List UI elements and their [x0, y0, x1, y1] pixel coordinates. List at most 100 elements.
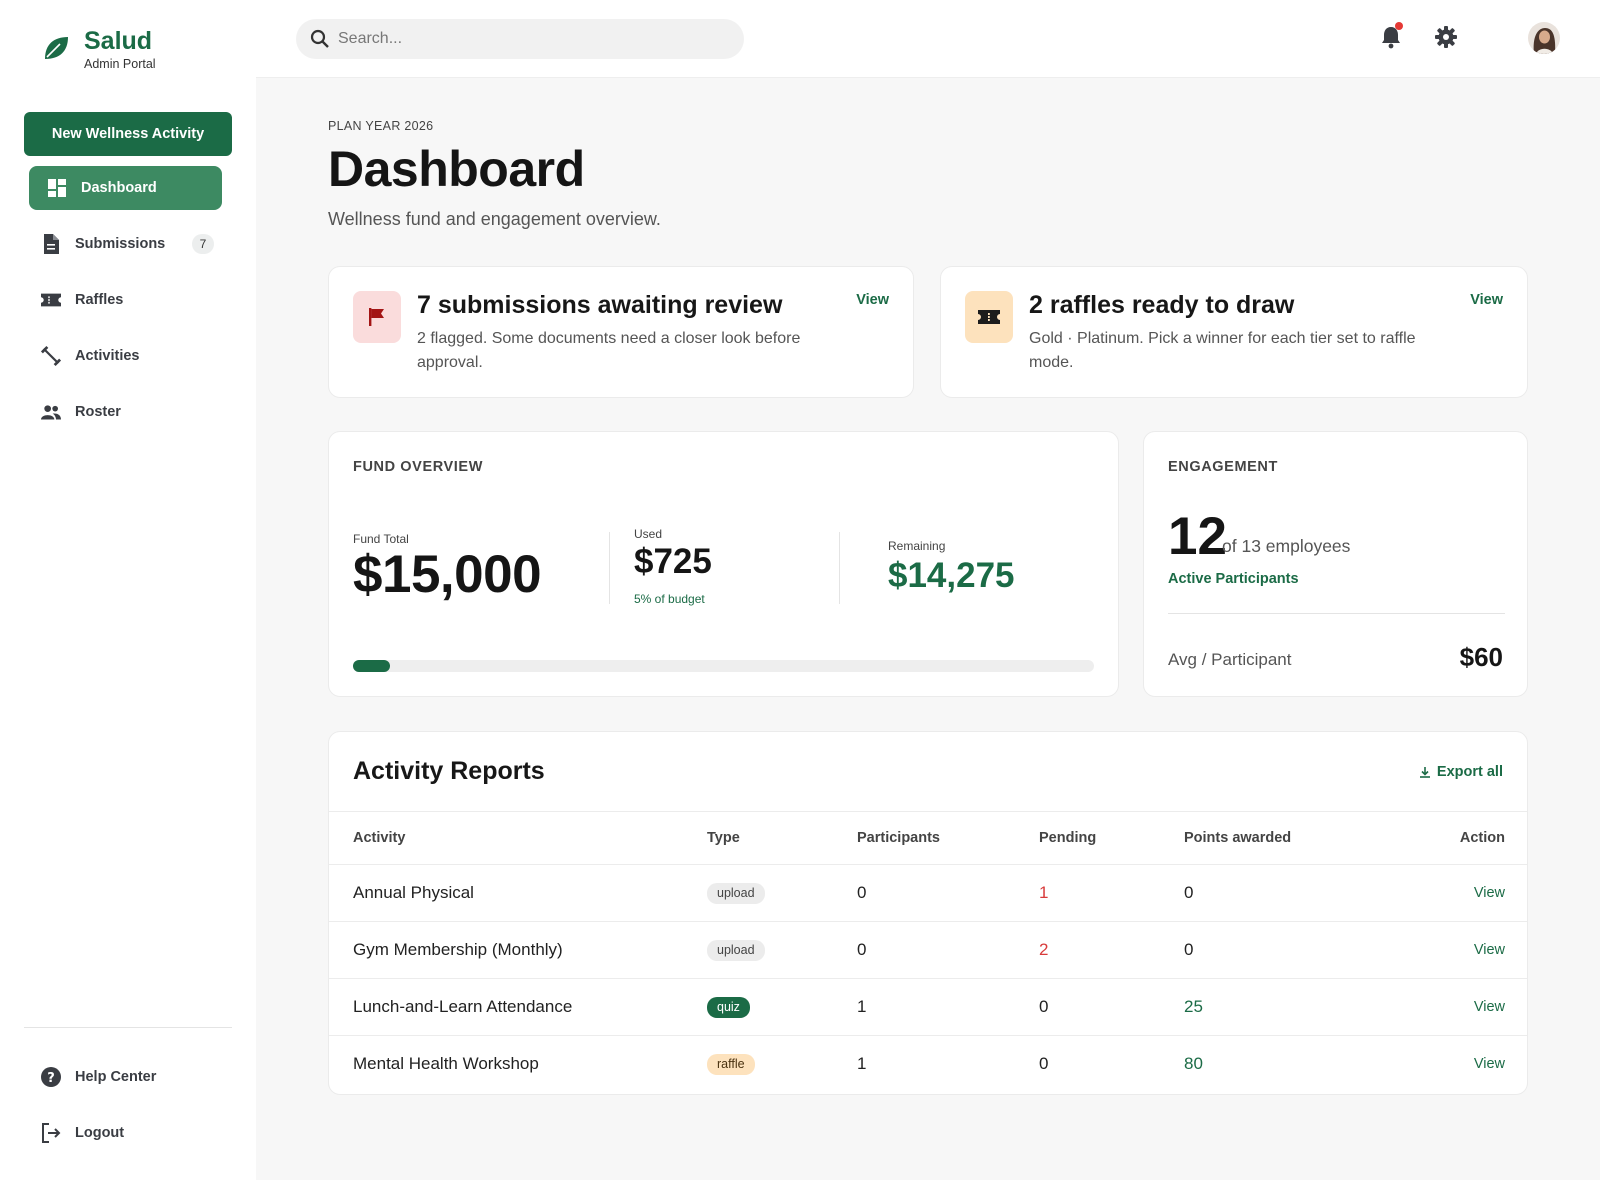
- ticket-icon: [978, 310, 1000, 324]
- sidebar-nav: Dashboard Submissions 7 Raffles Activiti…: [0, 166, 256, 446]
- alert-body: Gold · Platinum. Pick a winner for each …: [1029, 330, 1416, 371]
- active-participants-label: Active Participants: [1168, 571, 1299, 587]
- column-header-points-awarded: Points awarded: [1184, 830, 1292, 846]
- fund-used-percent: 5% of budget: [634, 592, 705, 606]
- avg-participant-value: $60: [1459, 642, 1503, 672]
- alert-title: 7 submissions awaiting review: [417, 291, 783, 319]
- search-icon: [310, 29, 329, 48]
- view-activity-link[interactable]: View: [1429, 979, 1527, 1036]
- points-awarded: 0: [1184, 883, 1194, 902]
- sidebar-item-label: Roster: [75, 404, 121, 420]
- sidebar-item-activities[interactable]: Activities: [29, 334, 222, 378]
- table-row: Lunch-and-Learn Attendance quiz 1 0 25 V…: [329, 978, 1527, 1036]
- brand[interactable]: Salud Admin Portal: [42, 26, 156, 72]
- view-activity-link[interactable]: View: [1429, 865, 1527, 922]
- view-activity-link[interactable]: View: [1429, 922, 1527, 979]
- search-bar[interactable]: [296, 19, 744, 59]
- participants-count: 0: [857, 883, 867, 902]
- pending-count: 0: [1039, 997, 1049, 1016]
- dumbbell-icon: [41, 345, 61, 367]
- column-header-activity: Activity: [353, 830, 406, 846]
- fund-used-label: Used: [634, 527, 663, 541]
- sidebar-item-roster[interactable]: Roster: [29, 390, 222, 434]
- fund-used-value: $725: [634, 542, 712, 581]
- search-input[interactable]: [338, 30, 718, 48]
- sidebar-bottom: ? Help Center Logout: [29, 1055, 229, 1167]
- submissions-count-badge: 7: [192, 234, 214, 254]
- engagement-card: ENGAGEMENT 12 of 13 employees Active Par…: [1143, 431, 1528, 697]
- leaf-logo-icon: [45, 37, 68, 59]
- sidebar-item-logout[interactable]: Logout: [29, 1111, 229, 1155]
- settings-button[interactable]: [1433, 24, 1459, 50]
- sidebar-item-label: Activities: [75, 348, 140, 364]
- ticket-icon: [41, 290, 61, 310]
- participants-count: 1: [857, 997, 867, 1016]
- document-icon: [41, 234, 61, 254]
- fund-progress-bar: [353, 660, 1094, 672]
- pending-count: 2: [1039, 940, 1049, 959]
- alert-title: 2 raffles ready to draw: [1029, 291, 1295, 319]
- activity-reports-card: Activity Reports Export all Activity Typ…: [328, 731, 1528, 1095]
- export-all-button[interactable]: Export all: [1419, 764, 1503, 780]
- fund-remaining-value: $14,275: [888, 556, 1015, 595]
- activity-reports-table: Activity Type Participants Pending Point…: [329, 811, 1527, 1093]
- participants-count: 1: [857, 1054, 867, 1074]
- sidebar-item-help-center[interactable]: ? Help Center: [29, 1055, 229, 1099]
- sidebar-item-raffles[interactable]: Raffles: [29, 278, 222, 322]
- view-submissions-link[interactable]: View: [856, 292, 889, 308]
- sidebar-item-label: Submissions: [75, 236, 166, 252]
- sidebar-item-label: Raffles: [75, 292, 124, 308]
- type-badge: upload: [707, 883, 765, 904]
- fund-total-value: $15,000: [353, 545, 542, 604]
- gear-icon: [1435, 26, 1457, 48]
- dashboard-icon: [47, 178, 67, 198]
- fund-overview-card: FUND OVERVIEW Fund Total $15,000 Used $7…: [328, 431, 1119, 697]
- activity-name: Annual Physical: [353, 883, 474, 902]
- employees-total: of 13 employees: [1222, 536, 1351, 556]
- brand-subtitle: Admin Portal: [84, 57, 156, 71]
- brand-name: Salud: [84, 27, 153, 55]
- activity-name: Lunch-and-Learn Attendance: [353, 997, 573, 1016]
- alert-icon-box: [965, 291, 1013, 343]
- raffles-alert-card: 2 raffles ready to draw Gold · Platinum.…: [940, 266, 1528, 398]
- new-wellness-activity-button[interactable]: New Wellness Activity: [24, 112, 232, 156]
- flag-icon: [369, 308, 384, 326]
- column-header-pending: Pending: [1039, 830, 1097, 846]
- active-participants-count: 12: [1168, 507, 1227, 566]
- fund-remaining-label: Remaining: [888, 539, 946, 553]
- view-raffles-link[interactable]: View: [1470, 292, 1503, 308]
- sidebar-item-dashboard[interactable]: Dashboard: [29, 166, 222, 210]
- user-avatar[interactable]: [1528, 22, 1560, 54]
- activity-name: Gym Membership (Monthly): [353, 940, 563, 959]
- type-badge: upload: [707, 940, 765, 961]
- page-subtitle: Wellness fund and engagement overview.: [328, 209, 661, 229]
- download-icon: [1419, 767, 1430, 778]
- engagement-divider: [1168, 613, 1505, 614]
- export-all-label: Export all: [1436, 764, 1503, 780]
- topbar: [256, 0, 1600, 78]
- type-badge: quiz: [707, 997, 750, 1018]
- fund-progress-fill: [353, 660, 391, 672]
- view-activity-link[interactable]: View: [1429, 1036, 1527, 1093]
- points-awarded: 25: [1184, 997, 1203, 1016]
- table-row: Mental Health Workshop raffle 1 0 80 Vie…: [329, 1035, 1527, 1093]
- svg-text:?: ?: [47, 1071, 55, 1086]
- fund-divider: [609, 532, 610, 604]
- pending-count: 0: [1039, 1054, 1049, 1074]
- activity-reports-title: Activity Reports: [353, 757, 545, 785]
- column-header-type: Type: [707, 830, 740, 846]
- sidebar: Salud Admin Portal New Wellness Activity…: [0, 0, 256, 1180]
- alert-icon-box: [353, 291, 401, 343]
- logout-icon: [41, 1123, 61, 1143]
- points-awarded: 0: [1184, 940, 1194, 959]
- table-row: Gym Membership (Monthly) upload 0 2 0 Vi…: [329, 921, 1527, 979]
- help-icon: ?: [41, 1067, 61, 1087]
- participants-count: 0: [857, 940, 867, 959]
- sidebar-item-submissions[interactable]: Submissions 7: [29, 222, 222, 266]
- sidebar-item-label: Logout: [75, 1125, 125, 1141]
- notifications-button[interactable]: [1378, 22, 1404, 50]
- table-row: Annual Physical upload 0 1 0 View: [329, 864, 1527, 922]
- sidebar-item-label: Dashboard: [81, 180, 157, 196]
- fund-divider: [839, 532, 840, 604]
- column-header-participants: Participants: [857, 830, 940, 846]
